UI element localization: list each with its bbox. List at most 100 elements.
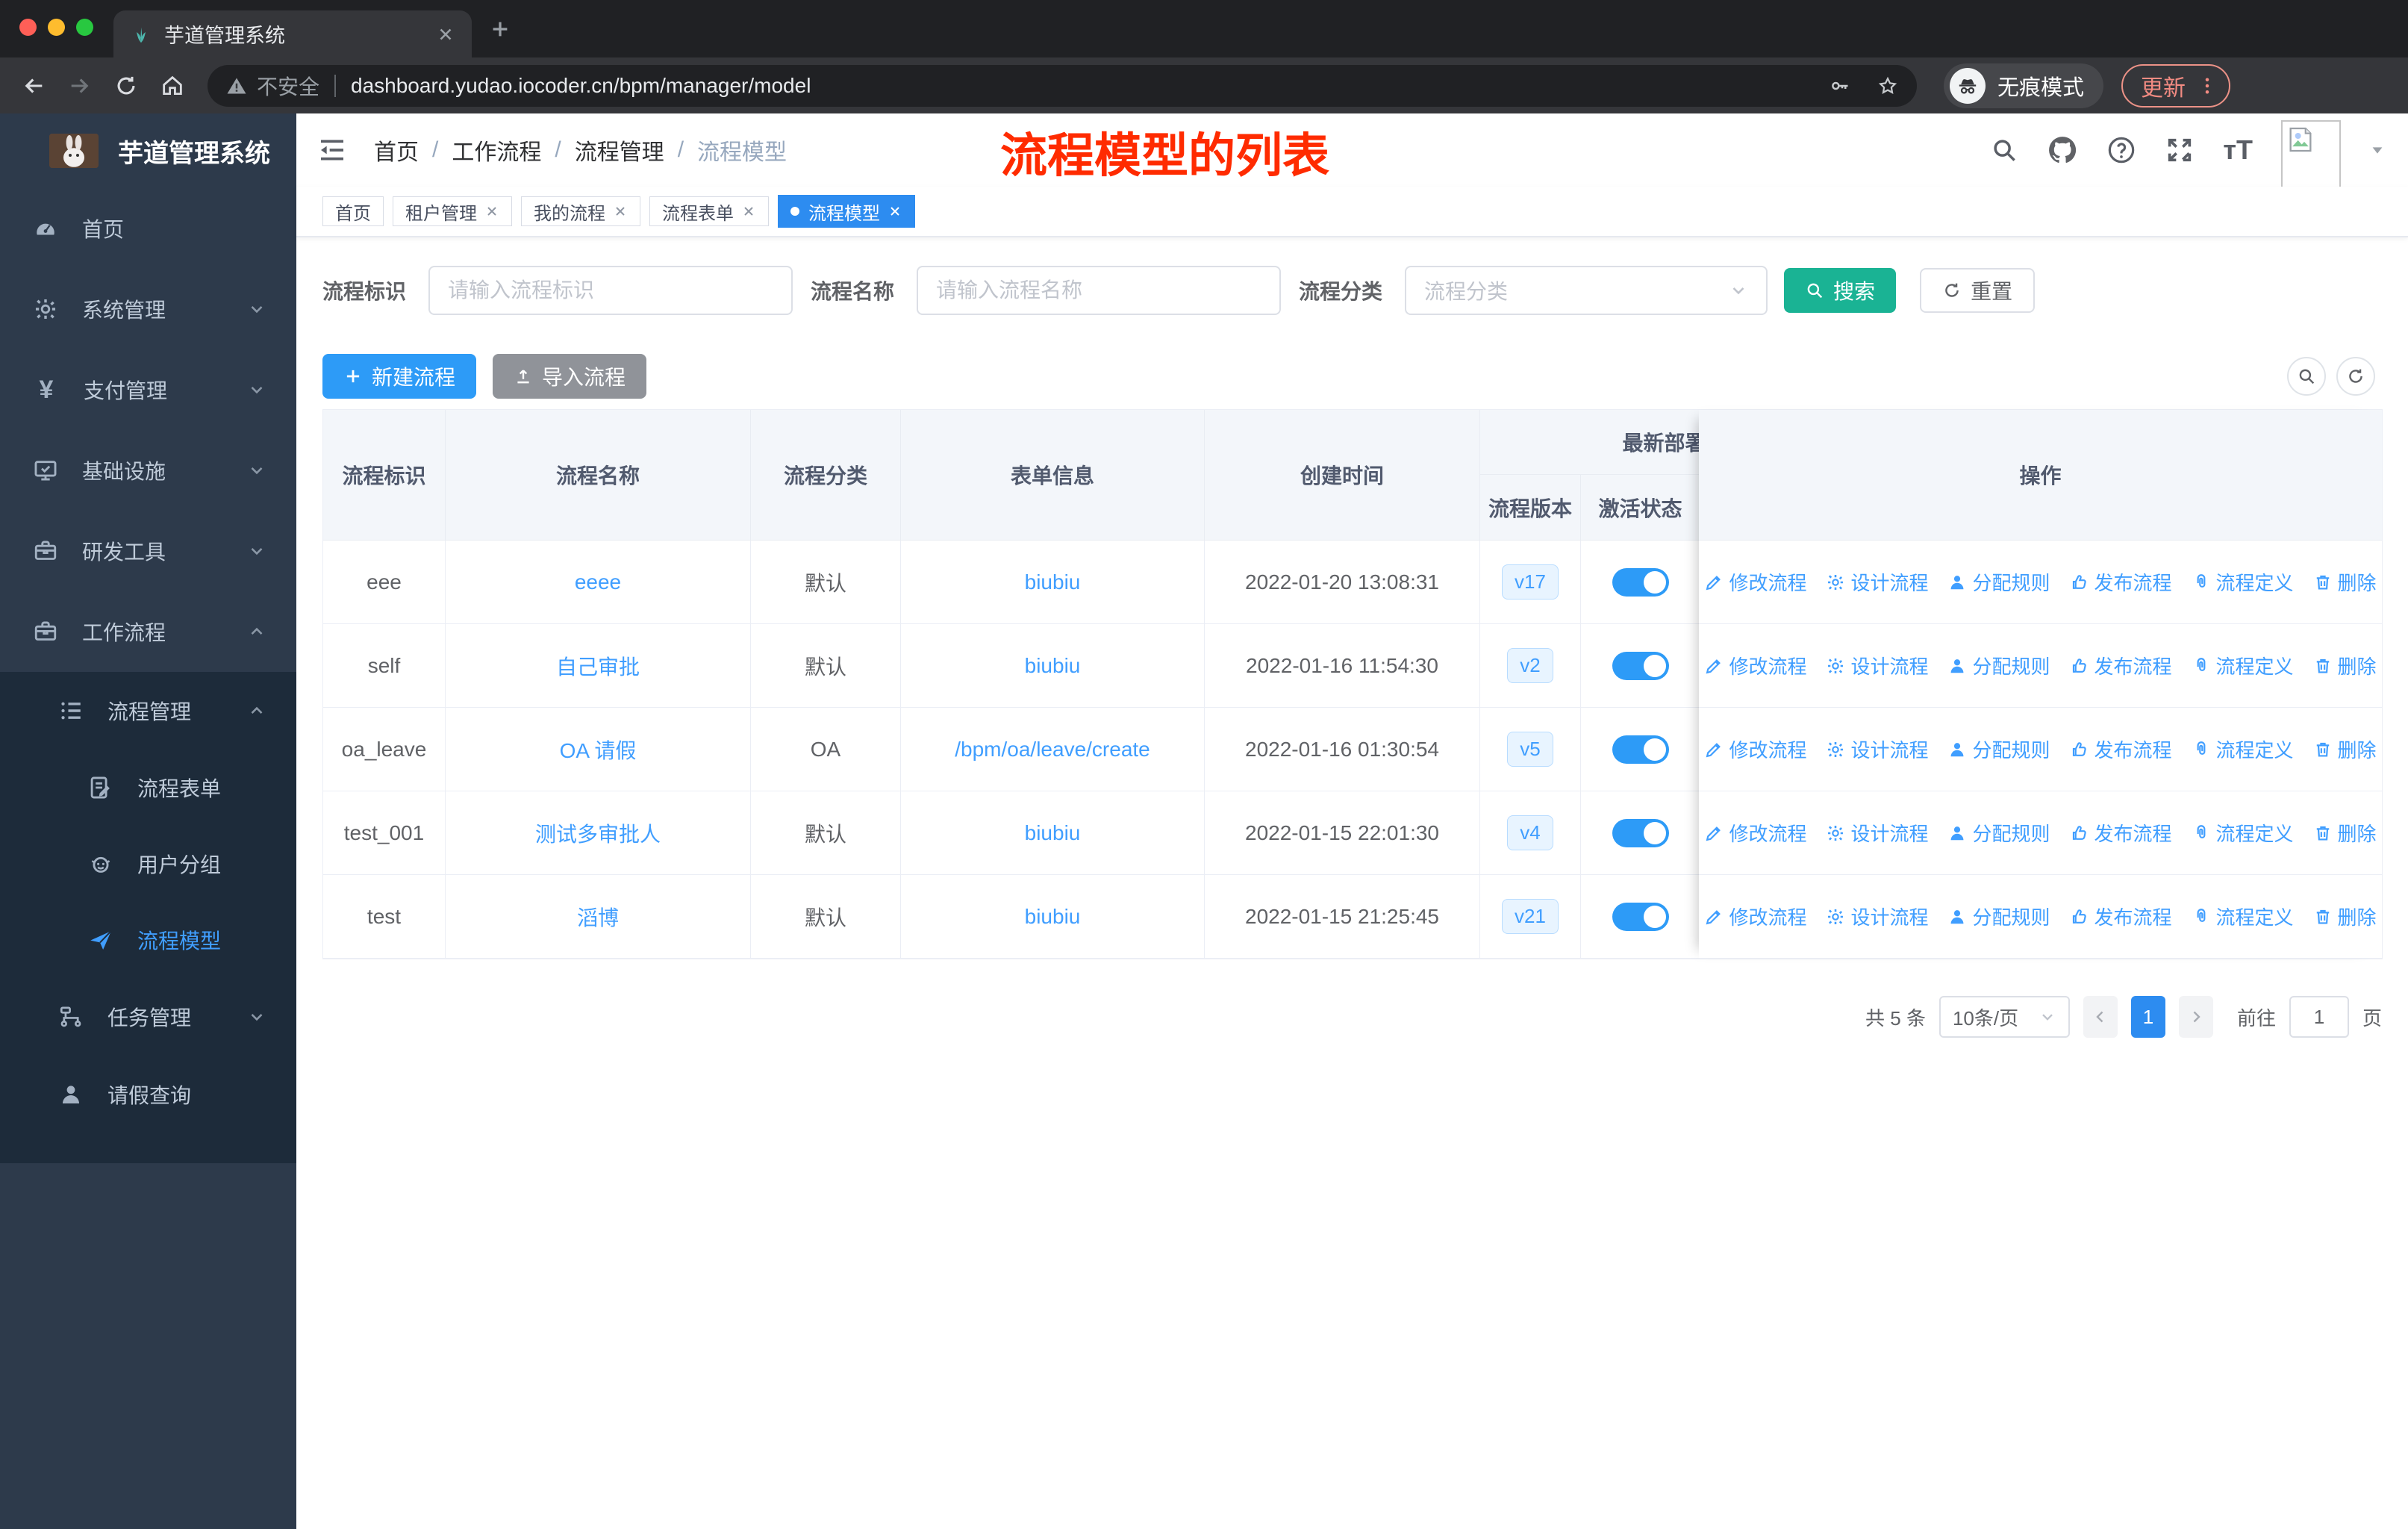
sidebar-item-infra[interactable]: 基础设施 <box>0 430 296 511</box>
refresh-table-button[interactable] <box>2336 357 2375 396</box>
bookmark-star-icon[interactable] <box>1877 75 1899 97</box>
cell-form-link[interactable]: /bpm/oa/leave/create <box>955 738 1150 762</box>
table-cell-form-link[interactable]: biubiu <box>901 624 1205 707</box>
action-definition-link[interactable]: 流程定义 <box>2192 819 2294 847</box>
action-definition-link[interactable]: 流程定义 <box>2192 652 2294 679</box>
tag-tenant[interactable]: 租户管理 <box>393 196 512 226</box>
create-process-button[interactable]: 新建流程 <box>322 354 477 399</box>
table-cell-form-link[interactable]: /bpm/oa/leave/create <box>901 708 1205 791</box>
tag-close-icon[interactable] <box>888 204 902 219</box>
action-edit-link[interactable]: 修改流程 <box>1704 735 1806 763</box>
breadcrumb-home[interactable]: 首页 <box>374 134 419 166</box>
reload-icon[interactable] <box>113 73 139 99</box>
tag-home[interactable]: 首页 <box>322 196 384 226</box>
filter-category-select[interactable]: 流程分类 <box>1405 266 1768 315</box>
action-edit-link[interactable]: 修改流程 <box>1704 903 1806 930</box>
avatar-caret-icon[interactable] <box>2369 142 2386 158</box>
next-page-button[interactable] <box>2178 996 2213 1038</box>
cell-form-link[interactable]: biubiu <box>1025 570 1081 594</box>
breadcrumb-process-mgmt[interactable]: 流程管理 <box>575 134 664 166</box>
sidebar-item-devtools[interactable]: 研发工具 <box>0 511 296 591</box>
browser-menu-icon[interactable] <box>2196 75 2218 97</box>
sidebar-item-system[interactable]: 系统管理 <box>0 269 296 349</box>
tag-process-form[interactable]: 流程表单 <box>649 196 769 226</box>
breadcrumb-workflow[interactable]: 工作流程 <box>452 134 541 166</box>
hamburger-icon[interactable] <box>317 135 347 165</box>
action-assign-link[interactable]: 分配规则 <box>1947 735 2050 763</box>
table-cell-name-link[interactable]: eeee <box>446 541 751 623</box>
window-minimize-button[interactable] <box>48 19 65 36</box>
import-process-button[interactable]: 导入流程 <box>493 354 647 399</box>
prev-page-button[interactable] <box>2083 996 2118 1038</box>
cell-name-link[interactable]: 测试多审批人 <box>535 818 661 848</box>
url-bar[interactable]: 不安全 dashboard.yudao.iocoder.cn/bpm/manag… <box>208 64 1917 107</box>
filter-key-input[interactable] <box>428 266 793 315</box>
filter-name-input[interactable] <box>917 266 1282 315</box>
table-cell-name-link[interactable]: 自己审批 <box>446 624 751 707</box>
action-delete-link[interactable]: 删除 <box>2313 652 2377 679</box>
table-cell-form-link[interactable]: biubiu <box>901 791 1205 874</box>
cell-name-link[interactable]: OA 请假 <box>560 735 637 764</box>
github-icon[interactable] <box>2047 134 2078 166</box>
action-edit-link[interactable]: 修改流程 <box>1704 652 1806 679</box>
forward-icon[interactable] <box>67 73 93 99</box>
cell-name-link[interactable]: 自己审批 <box>556 651 640 681</box>
sidebar-item-leave-query[interactable]: 请假查询 <box>0 1056 296 1133</box>
browser-tab[interactable]: 芋道管理系统 <box>113 10 472 57</box>
password-key-icon[interactable] <box>1829 75 1851 97</box>
tag-process-model[interactable]: 流程模型 <box>778 195 915 228</box>
sidebar-item-workflow[interactable]: 工作流程 <box>0 591 296 672</box>
action-assign-link[interactable]: 分配规则 <box>1947 903 2050 930</box>
action-assign-link[interactable]: 分配规则 <box>1947 819 2050 847</box>
tag-close-icon[interactable] <box>613 204 628 219</box>
action-definition-link[interactable]: 流程定义 <box>2192 568 2294 596</box>
fullscreen-icon[interactable] <box>2165 135 2195 165</box>
update-button[interactable]: 更新 <box>2121 63 2231 108</box>
reset-button[interactable]: 重置 <box>1920 268 2036 313</box>
action-edit-link[interactable]: 修改流程 <box>1704 819 1806 847</box>
active-status-toggle[interactable] <box>1612 902 1669 931</box>
action-assign-link[interactable]: 分配规则 <box>1947 568 2050 596</box>
window-close-button[interactable] <box>19 19 37 36</box>
action-assign-link[interactable]: 分配规则 <box>1947 652 2050 679</box>
action-publish-link[interactable]: 发布流程 <box>2070 568 2172 596</box>
action-definition-link[interactable]: 流程定义 <box>2192 903 2294 930</box>
tag-close-icon[interactable] <box>741 204 756 219</box>
table-cell-name-link[interactable]: OA 请假 <box>446 708 751 791</box>
action-publish-link[interactable]: 发布流程 <box>2070 735 2172 763</box>
sidebar-item-payment[interactable]: ¥ 支付管理 <box>0 349 296 430</box>
table-cell-name-link[interactable]: 测试多审批人 <box>446 791 751 874</box>
sidebar-item-process-mgmt[interactable]: 流程管理 <box>0 672 296 750</box>
action-delete-link[interactable]: 删除 <box>2313 819 2377 847</box>
goto-page-input[interactable] <box>2289 996 2349 1038</box>
action-design-link[interactable]: 设计流程 <box>1826 735 1928 763</box>
page-size-select[interactable]: 10条/页 <box>1938 996 2070 1038</box>
cell-name-link[interactable]: eeee <box>575 570 621 594</box>
sidebar-item-process-model[interactable]: 流程模型 <box>0 902 296 978</box>
page-number-1[interactable]: 1 <box>2130 996 2165 1038</box>
action-definition-link[interactable]: 流程定义 <box>2192 735 2294 763</box>
app-logo-row[interactable]: 芋道管理系统 <box>0 113 296 188</box>
action-design-link[interactable]: 设计流程 <box>1826 568 1928 596</box>
font-size-icon[interactable]: ᴛT <box>2223 134 2253 166</box>
action-delete-link[interactable]: 删除 <box>2313 568 2377 596</box>
table-cell-form-link[interactable]: biubiu <box>901 541 1205 623</box>
tag-my-process[interactable]: 我的流程 <box>521 196 640 226</box>
cell-form-link[interactable]: biubiu <box>1025 821 1081 845</box>
table-cell-name-link[interactable]: 滔博 <box>446 875 751 958</box>
action-publish-link[interactable]: 发布流程 <box>2070 652 2172 679</box>
search-icon[interactable] <box>1990 136 2018 164</box>
tab-close-icon[interactable] <box>436 25 455 44</box>
new-tab-button[interactable] <box>489 18 511 40</box>
sidebar-item-user-group[interactable]: 用户分组 <box>0 826 296 902</box>
action-edit-link[interactable]: 修改流程 <box>1704 568 1806 596</box>
sidebar-item-task-mgmt[interactable]: 任务管理 <box>0 978 296 1056</box>
action-design-link[interactable]: 设计流程 <box>1826 903 1928 930</box>
table-cell-form-link[interactable]: biubiu <box>901 875 1205 958</box>
active-status-toggle[interactable] <box>1612 567 1669 597</box>
sidebar-item-home[interactable]: 首页 <box>0 188 296 269</box>
active-status-toggle[interactable] <box>1612 735 1669 764</box>
sidebar-item-process-form[interactable]: 流程表单 <box>0 750 296 826</box>
action-design-link[interactable]: 设计流程 <box>1826 652 1928 679</box>
action-delete-link[interactable]: 删除 <box>2313 735 2377 763</box>
